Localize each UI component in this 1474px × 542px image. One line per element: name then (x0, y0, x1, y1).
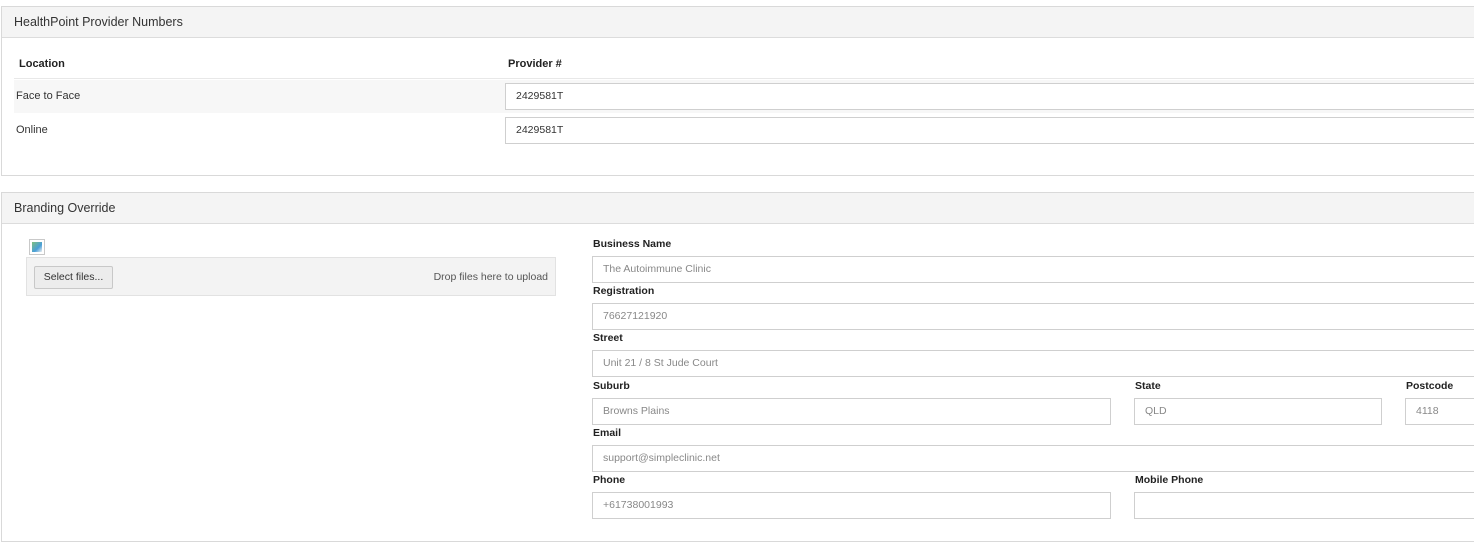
mobile-phone-label: Mobile Phone (1135, 474, 1204, 486)
provider-number-input[interactable]: 2429581T (505, 117, 1474, 144)
suburb-label: Suburb (593, 380, 630, 392)
postcode-label: Postcode (1406, 380, 1454, 392)
table-row: Online 2429581T (14, 114, 1474, 147)
select-files-button[interactable]: Select files... (34, 266, 113, 289)
street-input[interactable]: Unit 21 / 8 St Jude Court (592, 350, 1474, 377)
state-input[interactable]: QLD (1134, 398, 1382, 425)
broken-image-icon (32, 242, 42, 252)
provider-number-input[interactable]: 2429581T (505, 83, 1474, 110)
location-cell: Online (16, 124, 48, 136)
location-cell: Face to Face (16, 90, 81, 102)
phone-label: Phone (593, 474, 626, 486)
suburb-input[interactable]: Browns Plains (592, 398, 1111, 425)
column-header-location: Location (19, 58, 65, 70)
file-upload-dropzone[interactable]: Select files... Drop files here to uploa… (26, 257, 556, 296)
logo-image-placeholder (29, 239, 45, 255)
email-label: Email (593, 427, 622, 439)
mobile-phone-input[interactable] (1134, 492, 1474, 519)
phone-input[interactable]: +61738001993 (592, 492, 1111, 519)
email-input[interactable]: support@simpleclinic.net (592, 445, 1474, 472)
state-label: State (1135, 380, 1161, 392)
business-name-input[interactable]: The Autoimmune Clinic (592, 256, 1474, 283)
postcode-input[interactable]: 4118 (1405, 398, 1474, 425)
street-label: Street (593, 332, 623, 344)
registration-label: Registration (593, 285, 655, 297)
column-header-provider: Provider # (508, 58, 562, 70)
provider-table-header: Location Provider # (14, 50, 1474, 79)
registration-input[interactable]: 76627121920 (592, 303, 1474, 330)
drop-files-hint: Drop files here to upload (433, 271, 548, 283)
branding-override-panel-title: Branding Override (2, 193, 1474, 224)
provider-numbers-panel-title: HealthPoint Provider Numbers (2, 7, 1474, 38)
business-name-label: Business Name (593, 238, 672, 250)
table-row: Face to Face 2429581T (14, 80, 1474, 113)
